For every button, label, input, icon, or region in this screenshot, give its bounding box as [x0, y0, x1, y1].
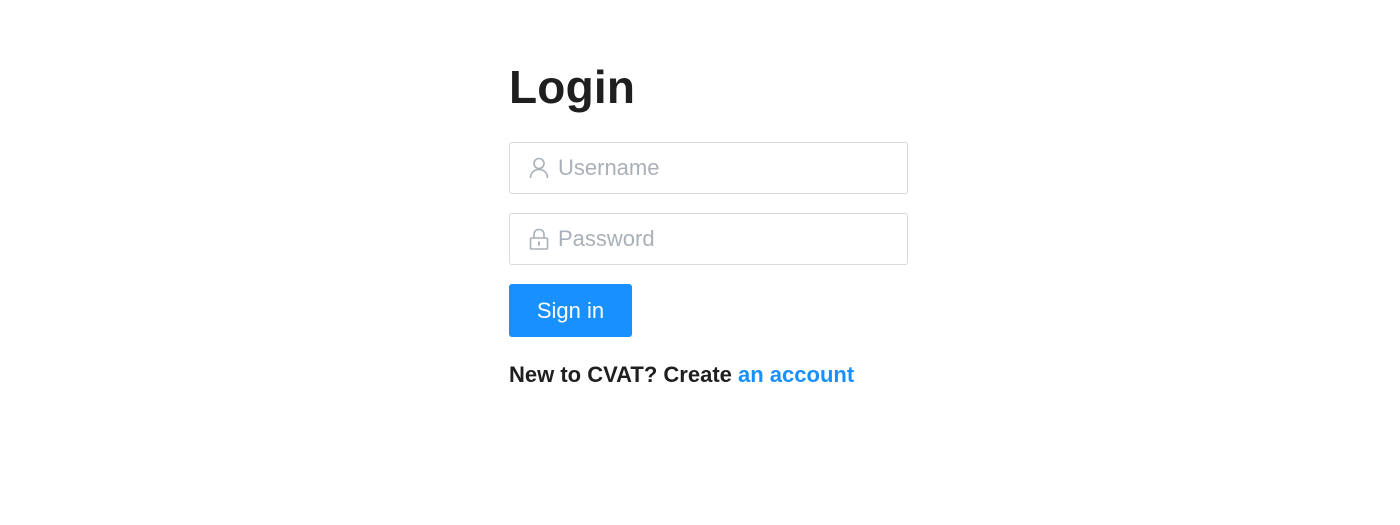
create-account-link[interactable]: an account: [738, 362, 854, 387]
username-field[interactable]: [509, 142, 908, 194]
signup-prompt: New to CVAT? Create an account: [509, 361, 908, 389]
login-form: Login Sign in New to CVAT? Create an acc…: [509, 58, 908, 389]
signup-prompt-text: New to CVAT? Create: [509, 362, 732, 387]
page-title: Login: [509, 61, 636, 113]
user-icon: [528, 157, 550, 179]
signin-button[interactable]: Sign in: [509, 284, 632, 337]
username-input[interactable]: [558, 148, 888, 188]
lock-icon: [528, 228, 550, 250]
password-input[interactable]: [558, 219, 888, 259]
password-field[interactable]: [509, 213, 908, 265]
